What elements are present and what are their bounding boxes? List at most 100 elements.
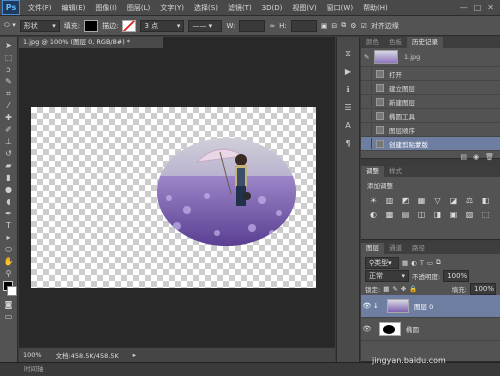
layer-name[interactable]: 椭圆 <box>406 324 419 334</box>
history-panel-icon[interactable]: ⧖ <box>341 49 355 59</box>
maximize-button[interactable]: □ <box>474 3 482 12</box>
clone-stamp-tool-icon[interactable]: ⊥ <box>3 137 15 146</box>
ellipse-tool-icon[interactable]: ⬭ <box>3 245 15 254</box>
filter-type-icon[interactable]: T <box>420 259 424 267</box>
history-snapshot[interactable]: ✎ 1.jpg <box>361 48 500 67</box>
history-item-create-layer[interactable]: 建立图层 <box>361 81 500 95</box>
color-swatches-icon[interactable] <box>2 281 17 297</box>
properties-panel-icon[interactable]: ☰ <box>341 103 355 113</box>
stroke-color-swatch[interactable] <box>122 19 137 32</box>
ellipse-tool-preset-icon[interactable]: ⬭ ▾ <box>4 21 16 30</box>
hand-tool-icon[interactable]: ✋ <box>3 257 15 266</box>
tab-styles[interactable]: 样式 <box>384 166 407 177</box>
lock-all-icon[interactable]: 🔒 <box>409 285 417 293</box>
menu-file[interactable]: 文件(F) <box>23 3 57 13</box>
menu-select[interactable]: 选择(S) <box>189 3 223 13</box>
fill-color-swatch[interactable] <box>84 19 99 32</box>
paragraph-panel-icon[interactable]: ¶ <box>341 139 355 149</box>
close-button[interactable]: ✕ <box>487 3 494 12</box>
stroke-size-field[interactable]: 3 点 ▾ <box>140 19 185 32</box>
history-brush-tool-icon[interactable]: ↺ <box>3 149 15 158</box>
new-document-icon[interactable]: ▤ <box>460 153 467 161</box>
layer-row-ellipse[interactable]: 👁 椭圆 <box>361 318 500 341</box>
character-panel-icon[interactable]: A <box>341 121 355 131</box>
opacity-field[interactable]: 100% <box>443 269 470 282</box>
posterize-icon[interactable]: ◨ <box>433 210 442 219</box>
brush-source-icon[interactable]: ✎ <box>364 53 372 61</box>
clipped-photo-ellipse[interactable] <box>157 138 296 246</box>
menu-filter[interactable]: 滤镜(T) <box>223 3 257 13</box>
healing-brush-tool-icon[interactable]: ✚ <box>3 113 15 122</box>
menu-type[interactable]: 文字(Y) <box>155 3 189 13</box>
hue-saturation-icon[interactable]: ◪ <box>449 196 458 205</box>
tab-adjustments[interactable]: 调整 <box>361 166 384 177</box>
blend-mode-select[interactable]: 正常 ▾ <box>365 269 409 282</box>
trash-icon[interactable]: 🗑 <box>485 153 494 161</box>
quick-mask-icon[interactable]: ◙ <box>3 300 15 309</box>
tab-history[interactable]: 历史记录 <box>407 37 443 48</box>
stroke-type-select[interactable]: —— ▾ <box>188 19 223 32</box>
eyedropper-tool-icon[interactable]: ⁄ <box>3 101 15 110</box>
brush-tool-icon[interactable]: ✐ <box>3 125 15 134</box>
tab-paths[interactable]: 路径 <box>407 243 430 254</box>
invert-icon[interactable]: ◫ <box>417 210 426 219</box>
timeline-tab[interactable]: 时间轴 <box>24 365 44 373</box>
link-icon[interactable]: ∞ <box>269 22 275 30</box>
menu-window[interactable]: 窗口(W) <box>322 3 358 13</box>
tab-swatches[interactable]: 色板 <box>384 37 407 48</box>
marquee-tool-icon[interactable]: ⬚ <box>3 53 15 62</box>
eye-icon[interactable]: 👁 <box>361 325 373 333</box>
lock-transparent-icon[interactable]: ▦ <box>383 285 389 293</box>
path-selection-tool-icon[interactable]: ▸ <box>3 233 15 242</box>
color-lookup-icon[interactable]: ▤ <box>401 210 410 219</box>
gear-icon[interactable]: ⚙ <box>350 22 356 30</box>
minimize-button[interactable]: — <box>460 3 468 12</box>
eye-icon[interactable]: 👁 <box>361 302 373 310</box>
layer-kind-select[interactable]: ⚲ 类型 ▾ <box>365 256 399 269</box>
history-item-clipping-mask[interactable]: 创建剪贴蒙版 <box>361 137 500 151</box>
crop-tool-icon[interactable]: ⌗ <box>3 89 15 98</box>
path-arrangement-icon[interactable]: ⧉ <box>341 21 346 30</box>
gradient-tool-icon[interactable]: ▮ <box>3 173 15 182</box>
dodge-tool-icon[interactable]: ◖ <box>3 197 15 206</box>
lock-pixels-icon[interactable]: ✎ <box>392 285 397 293</box>
filter-shape-icon[interactable]: ▭ <box>427 259 433 267</box>
menu-view[interactable]: 视图(V) <box>287 3 321 13</box>
filter-adjust-icon[interactable]: ◐ <box>411 259 417 267</box>
menu-image[interactable]: 图像(I) <box>90 3 122 13</box>
blur-tool-icon[interactable]: ● <box>3 185 15 194</box>
shape-mode-select[interactable]: 形状 ▾ <box>19 19 60 32</box>
zoom-level[interactable]: 100% <box>23 351 42 359</box>
exposure-icon[interactable]: ▦ <box>417 196 426 205</box>
levels-icon[interactable]: ▥ <box>385 196 394 205</box>
menu-edit[interactable]: 编辑(E) <box>57 3 91 13</box>
layer-row-layer0[interactable]: 👁 ↓ 图层 0 <box>361 295 500 318</box>
menu-layer[interactable]: 图层(L) <box>122 3 155 13</box>
selective-color-icon[interactable]: ⬚ <box>481 210 490 219</box>
lock-position-icon[interactable]: ✥ <box>401 285 406 293</box>
tab-channels[interactable]: 通道 <box>384 243 407 254</box>
filter-pixel-icon[interactable]: ▦ <box>402 259 408 267</box>
fill-field[interactable]: 100% <box>470 282 496 295</box>
status-arrow-icon[interactable]: ▸ <box>133 351 136 359</box>
history-item-ellipse-tool[interactable]: 椭圆工具 <box>361 109 500 123</box>
filter-smart-icon[interactable]: ⧉ <box>436 258 441 267</box>
black-white-icon[interactable]: ◧ <box>481 196 490 205</box>
lasso-tool-icon[interactable]: ↄ <box>3 65 15 74</box>
layer-name[interactable]: 图层 0 <box>414 301 433 311</box>
document-info[interactable]: 文档:458.5K/458.5K <box>56 350 119 360</box>
quick-select-tool-icon[interactable]: ✎ <box>3 77 15 86</box>
curves-icon[interactable]: ◩ <box>401 196 410 205</box>
info-panel-icon[interactable]: ℹ <box>341 85 355 95</box>
width-field[interactable] <box>239 19 266 32</box>
move-tool-icon[interactable]: ➤ <box>3 41 15 50</box>
screen-mode-icon[interactable]: ▭ <box>3 312 15 321</box>
threshold-icon[interactable]: ▣ <box>449 210 458 219</box>
eraser-tool-icon[interactable]: ▰ <box>3 161 15 170</box>
zoom-tool-icon[interactable]: ⚲ <box>3 269 15 278</box>
brightness-contrast-icon[interactable]: ☀ <box>369 196 378 205</box>
type-tool-icon[interactable]: T <box>3 221 15 230</box>
path-alignment-icon[interactable]: ⊟ <box>331 22 337 30</box>
menu-3d[interactable]: 3D(D) <box>257 4 288 12</box>
gradient-map-icon[interactable]: ▧ <box>465 210 474 219</box>
